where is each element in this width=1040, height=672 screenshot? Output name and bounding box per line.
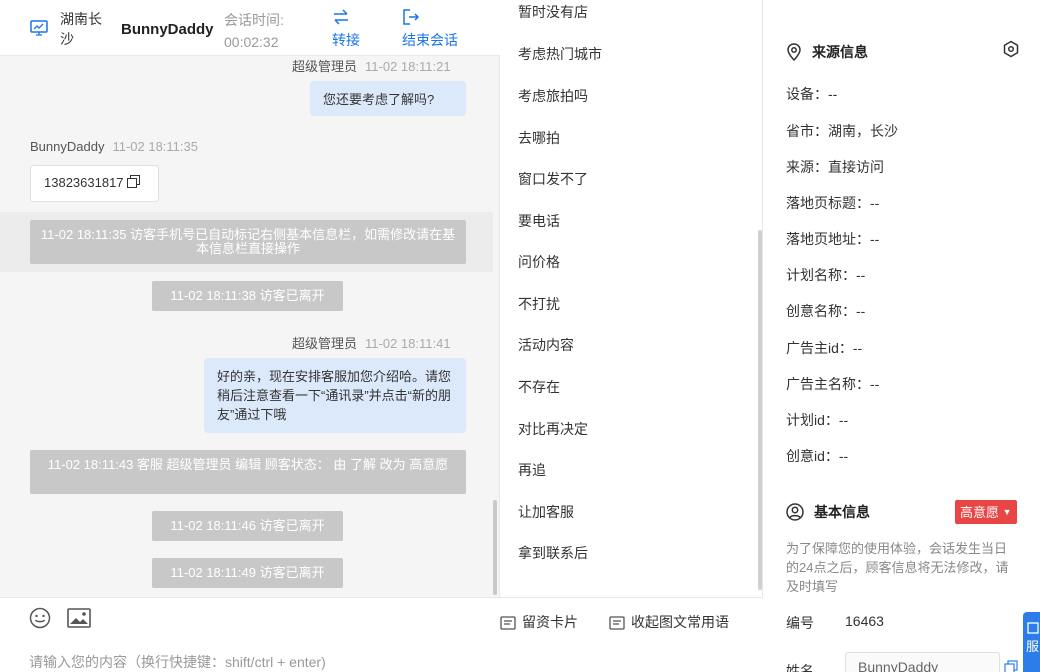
intent-level-dropdown[interactable]: 高意愿 ▼: [955, 500, 1017, 524]
monitor-icon: [30, 20, 48, 36]
visitor-message-text: 13823631817: [44, 175, 124, 190]
sender-name: 超级管理员: [292, 336, 358, 351]
intent-level-value: 高意愿: [960, 505, 1000, 520]
edit-notice: 为了保障您的使用体验，会话发生当日的24点之后，顾客信息将无法修改，请及时填写: [786, 541, 1009, 594]
session-time: 00:02:32: [224, 34, 279, 50]
edit-icon: [1027, 622, 1039, 634]
quick-reply-item[interactable]: 让加客服: [518, 502, 574, 522]
info-creative-id: 创意id：--: [786, 448, 849, 464]
end-session-label: 结束会话: [402, 32, 458, 48]
quick-reply-item[interactable]: 拿到联系后: [518, 543, 588, 563]
id-label: 编号: [786, 615, 814, 631]
info-creative-name: 创意名称：--: [786, 303, 866, 319]
message-meta: 超级管理员 11-02 18:11:41: [292, 333, 451, 352]
basic-info-title: 基本信息: [786, 502, 870, 522]
system-message: 11-02 18:11:38 访客已离开: [152, 281, 343, 311]
quick-replies-panel: 暂时没有店 考虑热门城市 考虑旅拍吗 去哪拍 窗口发不了 要电话 问价格 不打扰…: [500, 0, 763, 597]
quick-reply-item[interactable]: 暂时没有店: [518, 2, 588, 22]
phrases-icon: [609, 616, 625, 630]
end-session-button[interactable]: 结束会话: [402, 8, 458, 50]
caret-down-icon: ▼: [1002, 507, 1012, 517]
service-float-label: 服: [1026, 639, 1040, 654]
transfer-icon: [334, 9, 348, 25]
quick-reply-item[interactable]: 问价格: [518, 252, 560, 272]
location-pin-icon: [787, 43, 801, 62]
visitor-message: 13823631817: [30, 165, 159, 202]
visitor-location: 湖南长沙: [60, 11, 102, 47]
settings-icon[interactable]: [1002, 40, 1020, 58]
quick-reply-item[interactable]: 活动内容: [518, 335, 574, 355]
system-message: 11-02 18:11:35 访客手机号已自动标记右侧基本信息栏，如需修改请在基…: [30, 220, 466, 264]
agent-message: 好的亲，现在安排客服加您介绍哈。请您稍后注意查看一下“通讯录”并点击“新的朋友”…: [204, 358, 466, 433]
chat-scrollbar[interactable]: [493, 500, 497, 595]
source-info-title: 来源信息: [786, 42, 868, 62]
session-time-label: 会话时间:: [224, 12, 284, 28]
info-landing-title: 落地页标题：--: [786, 195, 880, 211]
transfer-button[interactable]: 转接: [332, 8, 360, 50]
transfer-label: 转接: [332, 32, 360, 48]
collapse-phrases-label: 收起图文常用语: [631, 614, 729, 630]
chat-panel: 湖南长沙 BunnyDaddy 会话时间: 00:02:32 转接 结束会话 超…: [0, 0, 500, 672]
message-meta: BunnyDaddy 11-02 18:11:35: [30, 139, 198, 154]
exit-icon: [403, 9, 420, 25]
quick-reply-item[interactable]: 不打扰: [518, 294, 560, 314]
source-info-label: 来源信息: [812, 44, 868, 60]
copy-icon[interactable]: [1004, 660, 1018, 672]
message-composer: 留资卡片 收起图文常用语 请输入您的内容（换行快捷键：shift/ctrl + …: [0, 597, 763, 672]
info-device: 设备：--: [786, 86, 838, 102]
id-value: 16463: [845, 613, 884, 629]
sender-name: BunnyDaddy: [30, 139, 105, 154]
info-province-city: 省市：湖南，长沙: [786, 123, 898, 139]
image-icon[interactable]: [67, 608, 91, 628]
contact-card-button[interactable]: 留资卡片: [500, 612, 578, 632]
customer-info-panel: 来源信息 设备：-- 省市：湖南，长沙 来源：直接访问 落地页标题：-- 落地页…: [764, 0, 1040, 672]
name-label: 姓名: [786, 663, 814, 672]
quick-reply-item[interactable]: 考虑旅拍吗: [518, 86, 588, 106]
info-advertiser-name: 广告主名称：--: [786, 376, 880, 392]
info-landing-url: 落地页地址：--: [786, 231, 880, 247]
basic-info-label: 基本信息: [814, 504, 870, 520]
info-advertiser-id: 广告主id：--: [786, 340, 863, 356]
info-plan-name: 计划名称：--: [786, 267, 866, 283]
collapse-phrases-button[interactable]: 收起图文常用语: [609, 612, 729, 632]
message-time: 11-02 18:11:35: [112, 139, 198, 154]
message-meta: 超级管理员 11-02 18:11:21: [292, 56, 451, 75]
quick-reply-item[interactable]: 考虑热门城市: [518, 44, 602, 64]
quick-reply-item[interactable]: 对比再决定: [518, 419, 588, 439]
quick-reply-item[interactable]: 窗口发不了: [518, 169, 588, 189]
message-time: 11-02 18:11:21: [365, 59, 451, 74]
contact-card-label: 留资卡片: [522, 614, 578, 630]
message-time: 11-02 18:11:41: [365, 336, 451, 351]
system-message: 11-02 18:11:43 客服 超级管理员 编辑 顾客状态： 由 了解 改为…: [30, 450, 466, 494]
emoji-icon[interactable]: [29, 607, 51, 629]
visitor-name: BunnyDaddy: [121, 21, 214, 38]
quick-replies-scrollbar[interactable]: [758, 230, 762, 590]
quick-reply-item[interactable]: 去哪拍: [518, 128, 560, 148]
info-source: 来源：直接访问: [786, 159, 884, 175]
message-input[interactable]: 请输入您的内容（换行快捷键：shift/ctrl + enter): [29, 652, 326, 672]
card-icon: [500, 616, 516, 630]
chat-header: 湖南长沙 BunnyDaddy 会话时间: 00:02:32 转接 结束会话: [0, 0, 500, 56]
name-field[interactable]: BunnyDaddy: [845, 652, 1000, 672]
system-message: 11-02 18:11:49 访客已离开: [152, 558, 343, 588]
quick-reply-item[interactable]: 再追: [518, 460, 546, 480]
quick-reply-item[interactable]: 不存在: [518, 377, 560, 397]
quick-reply-item[interactable]: 要电话: [518, 211, 560, 231]
user-circle-icon: [786, 503, 804, 521]
system-message: 11-02 18:11:46 访客已离开: [152, 511, 343, 541]
info-plan-id: 计划id：--: [786, 412, 849, 428]
agent-message: 您还要考虑了解吗?: [310, 81, 466, 116]
service-float-tab[interactable]: 服: [1023, 612, 1040, 672]
copy-icon[interactable]: [127, 175, 141, 188]
sender-name: 超级管理员: [292, 59, 358, 74]
